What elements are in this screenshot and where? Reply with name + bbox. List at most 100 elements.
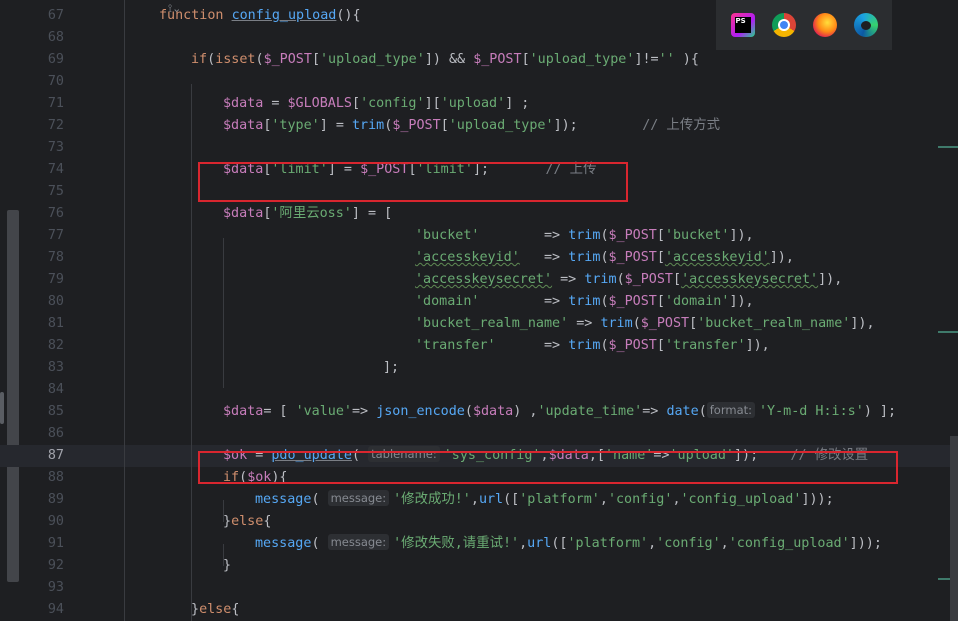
- code-token: ]),: [729, 228, 754, 243]
- code-line[interactable]: 79'accesskeysecret' => trim($_POST['acce…: [0, 269, 958, 291]
- code-token: 'config_upload': [728, 536, 850, 551]
- code-text[interactable]: }: [223, 555, 231, 577]
- code-text[interactable]: $data['阿里云oss'] = [: [223, 203, 392, 225]
- code-token: =>: [552, 272, 585, 287]
- code-line[interactable]: 78'accesskeyid' => trim($_POST['accesske…: [0, 247, 958, 269]
- code-token: (: [600, 228, 609, 243]
- code-token: ][: [424, 96, 441, 111]
- code-token: json_encode: [376, 404, 465, 419]
- line-number: 84: [47, 382, 64, 397]
- code-token: 'accesskeyid': [664, 250, 770, 265]
- code-token: =>: [352, 404, 377, 419]
- line-number: 74: [47, 162, 64, 177]
- code-token: $data: [223, 118, 264, 133]
- code-line[interactable]: 94 }else{: [0, 599, 958, 621]
- code-token: =>: [495, 338, 569, 353]
- code-line[interactable]: 92}: [0, 555, 958, 577]
- code-line[interactable]: 73: [0, 137, 958, 159]
- edge-icon[interactable]: [853, 13, 878, 37]
- code-text[interactable]: ];: [383, 357, 399, 379]
- code-token: url: [527, 536, 552, 551]
- indent-guide: [223, 500, 224, 522]
- code-line[interactable]: 71 $data = $GLOBALS['config']['upload'] ;: [0, 93, 958, 115]
- code-token: 'transfer': [415, 338, 496, 353]
- code-token: else: [199, 602, 232, 617]
- code-token: ]),: [745, 338, 770, 353]
- code-token: ]),: [850, 316, 875, 331]
- code-token: trim: [568, 294, 601, 309]
- code-token: message: [255, 536, 312, 551]
- code-text[interactable]: 'bucket_realm_name' => trim($_POST['buck…: [415, 313, 875, 335]
- code-line[interactable]: 84: [0, 379, 958, 401]
- scrollbar-marker[interactable]: [938, 146, 958, 148]
- code-line[interactable]: 90}else{: [0, 511, 958, 533]
- code-token: 'type': [271, 118, 320, 133]
- code-line[interactable]: 83];: [0, 357, 958, 379]
- chrome-icon[interactable]: [771, 13, 796, 37]
- code-line[interactable]: 81'bucket_realm_name' => trim($_POST['bu…: [0, 313, 958, 335]
- code-token: ) ,: [513, 404, 538, 419]
- indent-guide: [191, 84, 192, 621]
- code-editor[interactable]: ⟟⌄ 67 function config_upload(){68 69 if(iss…: [0, 0, 958, 621]
- code-text[interactable]: if(isset($_POST['upload_type']) && $_POS…: [191, 49, 699, 71]
- code-token: [: [656, 338, 665, 353]
- code-line[interactable]: 72 $data['type'] = trim($_POST['upload_ty…: [0, 115, 958, 137]
- code-text[interactable]: 'accesskeyid' => trim($_POST['accesskeyi…: [415, 247, 794, 269]
- code-text[interactable]: $data= [ 'value'=> json_encode($data) ,'…: [223, 401, 896, 423]
- code-token: =: [263, 96, 288, 111]
- code-token: isset: [215, 52, 256, 67]
- code-text[interactable]: }else{: [223, 511, 271, 533]
- code-token: ]),: [729, 294, 754, 309]
- indent-guide: [223, 238, 224, 388]
- code-line[interactable]: 93: [0, 577, 958, 599]
- code-text[interactable]: $data = $GLOBALS['config']['upload'] ;: [223, 93, 529, 115]
- code-text[interactable]: message( message: '修改成功!',url(['platform'…: [255, 489, 834, 511]
- right-scrollbar[interactable]: [950, 436, 958, 621]
- line-number: 68: [47, 30, 64, 45]
- code-text[interactable]: 'domain' => trim($_POST['domain']),: [415, 291, 754, 313]
- code-token: 'config': [607, 492, 673, 507]
- firefox-icon[interactable]: [812, 13, 837, 37]
- code-token: $_POST: [640, 316, 690, 331]
- code-line[interactable]: 82'transfer' => trim($_POST['transfer'])…: [0, 335, 958, 357]
- code-token: trim: [568, 228, 601, 243]
- code-text[interactable]: 'bucket' => trim($_POST['bucket']),: [415, 225, 754, 247]
- scrollbar-marker[interactable]: [938, 331, 958, 333]
- code-text[interactable]: }else{: [191, 599, 239, 621]
- code-line[interactable]: 89 message( message: '修改成功!',url(['platfor…: [0, 489, 958, 511]
- code-token: 'domain': [664, 294, 730, 309]
- code-line[interactable]: 85 $data= [ 'value'=> json_encode($data) …: [0, 401, 958, 423]
- indent-guide: [124, 0, 125, 621]
- code-token: ([: [551, 536, 568, 551]
- code-line[interactable]: 69 if(isset($_POST['upload_type']) && $_P…: [0, 49, 958, 71]
- code-line[interactable]: 77'bucket' => trim($_POST['bucket']),: [0, 225, 958, 247]
- code-token: date: [666, 404, 699, 419]
- code-token: $data: [223, 206, 264, 221]
- code-token: =>: [642, 404, 667, 419]
- code-text[interactable]: 'accesskeysecret' => trim($_POST['access…: [415, 269, 842, 291]
- code-token: ] =: [319, 118, 352, 133]
- line-number: 94: [47, 602, 64, 617]
- code-token: $_POST: [392, 118, 441, 133]
- code-line[interactable]: 86: [0, 423, 958, 445]
- code-line[interactable]: 91 message( message: '修改失败,请重试!',url(['pla…: [0, 533, 958, 555]
- code-token: ];: [383, 360, 400, 375]
- phpstorm-icon[interactable]: PS: [730, 13, 755, 37]
- code-line[interactable]: 70: [0, 71, 958, 93]
- code-text[interactable]: 'transfer' => trim($_POST['transfer']),: [415, 335, 770, 357]
- code-token: =>: [479, 294, 569, 309]
- parameter-hint: format:: [706, 402, 755, 418]
- code-text[interactable]: $data['type'] = trim($_POST['upload_type…: [223, 115, 720, 137]
- code-text[interactable]: function config_upload(){: [159, 5, 361, 27]
- code-token: (){: [336, 8, 361, 23]
- code-token: trim: [600, 316, 633, 331]
- code-token: trim: [584, 272, 617, 287]
- code-text[interactable]: message( message: '修改失败,请重试!',url(['platf…: [255, 533, 882, 555]
- line-number: 89: [47, 492, 64, 507]
- code-line[interactable]: 80'domain' => trim($_POST['domain']),: [0, 291, 958, 313]
- code-line[interactable]: 76 $data['阿里云oss'] = [: [0, 203, 958, 225]
- code-token: $_POST: [624, 272, 673, 287]
- line-number: 82: [47, 338, 64, 353]
- code-token: $_POST: [263, 52, 312, 67]
- code-token: $_POST: [473, 52, 522, 67]
